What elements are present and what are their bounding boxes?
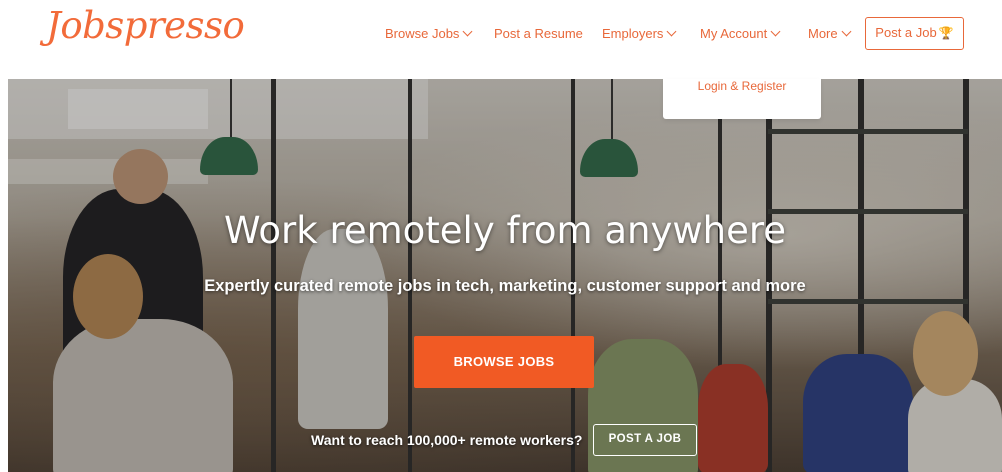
- trophy-icon: 🏆: [938, 26, 954, 40]
- reach-workers-text: Want to reach 100,000+ remote workers?: [311, 432, 583, 448]
- chevron-down-icon: [666, 26, 677, 37]
- hero-post-a-job-button[interactable]: POST A JOB: [593, 424, 697, 456]
- hero-subtitle: Expertly curated remote jobs in tech, ma…: [204, 277, 806, 295]
- nav-more-label: More: [808, 26, 838, 41]
- chevron-down-icon: [462, 26, 473, 37]
- nav-post-resume[interactable]: Post a Resume: [494, 24, 583, 44]
- nav-browse-jobs-label: Browse Jobs: [385, 26, 460, 41]
- chevron-down-icon: [841, 26, 852, 37]
- hero-overlay: [8, 79, 1002, 472]
- nav-employers-label: Employers: [602, 26, 664, 41]
- site-header: Jobspresso Browse Jobs Post a Resume Emp…: [0, 0, 1002, 79]
- my-account-dropdown: Login & Register: [663, 79, 821, 119]
- nav-post-resume-label: Post a Resume: [494, 26, 583, 41]
- nav-more[interactable]: More: [808, 24, 852, 44]
- post-a-job-button[interactable]: Post a Job 🏆: [865, 17, 964, 50]
- hero-section: Work remotely from anywhere Expertly cur…: [8, 79, 1002, 472]
- hero-title: Work remotely from anywhere: [223, 209, 787, 252]
- login-register-label: Login & Register: [697, 79, 787, 93]
- nav-my-account-label: My Account: [700, 26, 768, 41]
- nav-browse-jobs[interactable]: Browse Jobs: [385, 24, 473, 44]
- browse-jobs-button[interactable]: BROWSE JOBS: [414, 336, 594, 388]
- nav-employers[interactable]: Employers: [602, 24, 677, 44]
- main-nav: Browse Jobs Post a Resume Employers My A…: [0, 24, 1002, 44]
- chevron-down-icon: [770, 26, 781, 37]
- post-a-job-label: Post a Job: [875, 25, 937, 40]
- login-register-link[interactable]: Login & Register: [663, 79, 821, 119]
- nav-my-account[interactable]: My Account: [700, 24, 781, 44]
